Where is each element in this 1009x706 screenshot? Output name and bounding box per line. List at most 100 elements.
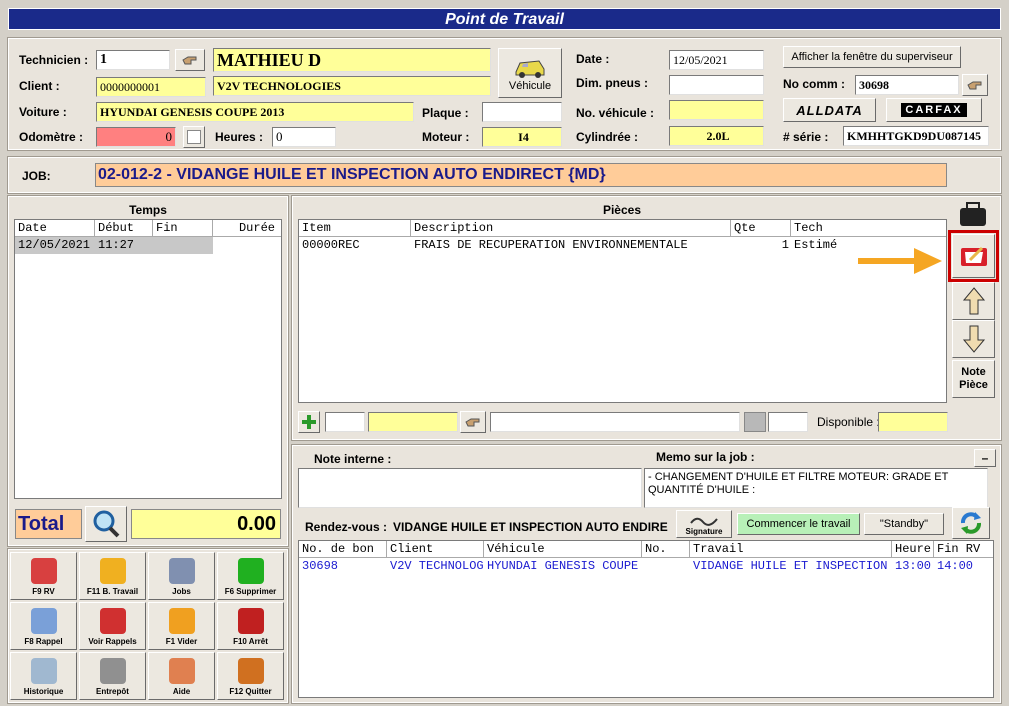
calendar-icon (30, 558, 57, 584)
col-debut[interactable]: Début (95, 220, 153, 236)
toolbar-grid: F9 RV F11 B. Travail Jobs F6 Supprimer F8 Ra… (10, 552, 286, 702)
col-item[interactable]: Item (299, 220, 411, 236)
signature-button[interactable]: Signature (676, 510, 732, 538)
client-label: Client : (19, 79, 60, 93)
col-date[interactable]: Date (15, 220, 95, 236)
hand-pointer-icon (182, 56, 197, 65)
col-travail[interactable]: Travail (690, 541, 892, 557)
toolbar-tile-f11-b-travail[interactable]: F11 B. Travail (79, 552, 146, 600)
piece-qty-input[interactable] (325, 412, 365, 432)
collapse-button[interactable]: – (974, 449, 996, 467)
zoom-button[interactable] (85, 506, 127, 542)
stop-icon (237, 608, 264, 634)
no-vehicule-label: No. véhicule : (576, 106, 655, 120)
note-piece-button[interactable]: Note Pièce (952, 360, 995, 398)
vehicule-button[interactable]: Véhicule (498, 48, 562, 98)
move-down-button[interactable] (952, 320, 995, 358)
toolbar-tile-label: Aide (172, 687, 191, 696)
plus-icon (302, 415, 316, 429)
piece-description-input[interactable] (490, 412, 740, 432)
standby-button[interactable]: "Standby" (864, 513, 944, 535)
piece-item-input[interactable] (368, 412, 458, 432)
col-description[interactable]: Description (411, 220, 731, 236)
heures-field[interactable]: 0 (272, 127, 336, 147)
refresh-button[interactable] (952, 507, 990, 539)
cell-no (642, 558, 690, 575)
col-fin-rv[interactable]: Fin RV (934, 541, 993, 557)
date-label: Date : (576, 52, 610, 66)
table-row[interactable]: 00000REC FRAIS DE RECUPERATION ENVIRONNE… (299, 237, 946, 254)
col-client[interactable]: Client (387, 541, 484, 557)
cell-description: FRAIS DE RECUPERATION ENVIRONNEMENTALE (414, 238, 688, 252)
toolbar-tile-f6-supprimer[interactable]: F6 Supprimer (217, 552, 284, 600)
move-up-button[interactable] (952, 282, 995, 320)
toolbar-tile-f12-quitter[interactable]: F12 Quitter (217, 652, 284, 700)
toolbar-tile-label: Historique (23, 687, 64, 696)
note-interne-textarea[interactable] (298, 468, 642, 508)
alldata-button[interactable]: ALLDATA (783, 98, 876, 122)
col-fin[interactable]: Fin (153, 220, 213, 236)
table-row[interactable]: 12/05/2021 11:27 (15, 237, 281, 254)
plaque-field[interactable] (482, 102, 562, 122)
col-tech[interactable]: Tech (791, 220, 946, 236)
edit-note-button[interactable] (952, 234, 995, 278)
temps-header: Date Début Fin Durée (15, 220, 281, 237)
total-label: Total (15, 509, 82, 539)
carfax-logo: CARFAX (901, 103, 967, 117)
heures-label: Heures : (215, 130, 264, 144)
phone-icon (99, 608, 126, 634)
odometre-field[interactable]: 0 (96, 127, 176, 147)
notepad-icon (30, 608, 57, 634)
add-piece-button[interactable] (298, 411, 320, 433)
col-vehicule[interactable]: Véhicule (484, 541, 642, 557)
odometre-checkbox[interactable] (183, 126, 205, 148)
superviseur-button[interactable]: Afficher la fenêtre du superviseur (783, 46, 961, 68)
technicien-lookup-button[interactable] (175, 49, 205, 71)
job-field: 02-012-2 - VIDANGE HUILE ET INSPECTION A… (95, 163, 947, 187)
col-bon[interactable]: No. de bon (299, 541, 387, 557)
cell-date: 12/05/2021 (15, 237, 95, 254)
signature-label: Signature (685, 526, 723, 536)
cylindree-field: 2.0L (669, 126, 764, 146)
toolbar-tile-f10-arr-t[interactable]: F10 Arrêt (217, 602, 284, 650)
edit-note-icon (960, 246, 987, 266)
cell-travail: VIDANGE HUILE ET INSPECTION (693, 559, 888, 573)
rendezvous-grid: No. de bon Client Véhicule No. Travail H… (298, 540, 994, 698)
col-no[interactable]: No. (642, 541, 690, 557)
dim-pneus-field[interactable] (669, 75, 764, 95)
date-field[interactable]: 12/05/2021 (669, 50, 764, 70)
toolbar-tile-label: F8 Rappel (24, 637, 63, 646)
client-field[interactable]: 0000000001 (96, 77, 206, 97)
commencer-button[interactable]: Commencer le travail (737, 513, 860, 535)
toolbar-tile-label: Jobs (172, 587, 191, 596)
cell-client: V2V TECHNOLOG (390, 559, 484, 573)
toolbar-tile-f8-rappel[interactable]: F8 Rappel (10, 602, 77, 650)
cell-item: 00000REC (302, 238, 360, 252)
toolbar-tile-aide[interactable]: Aide (148, 652, 215, 700)
toolbar-tile-jobs[interactable]: Jobs (148, 552, 215, 600)
briefcase-icon[interactable] (956, 200, 990, 228)
piece-price-input[interactable] (768, 412, 808, 432)
toolbar-tile-f9-rv[interactable]: F9 RV (10, 552, 77, 600)
carfax-button[interactable]: CARFAX (886, 98, 982, 122)
col-heure[interactable]: Heure (892, 541, 934, 557)
col-duree[interactable]: Durée (213, 220, 279, 236)
toolbar-tile-entrep-t[interactable]: Entrepôt (79, 652, 146, 700)
client-name: V2V TECHNOLOGIES (213, 76, 491, 96)
memo-textarea[interactable]: - CHANGEMENT D'HUILE ET FILTRE MOTEUR: G… (644, 468, 988, 508)
tire-icon[interactable] (744, 412, 766, 432)
toolbar-tile-f1-vider[interactable]: F1 Vider (148, 602, 215, 650)
toolbar-tile-historique[interactable]: Historique (10, 652, 77, 700)
toolbar-tile-label: F11 B. Travail (86, 587, 139, 596)
technicien-field[interactable]: 1 (96, 50, 170, 70)
toolbar-tile-voir-rappels[interactable]: Voir Rappels (79, 602, 146, 650)
technicien-name: MATHIEU D (213, 48, 491, 72)
window-title: Point de Travail (8, 8, 1001, 30)
tools-icon (168, 558, 195, 584)
col-qte[interactable]: Qte (731, 220, 791, 236)
table-row[interactable]: 30698 V2V TECHNOLOG HYUNDAI GENESIS COUP… (299, 558, 993, 575)
no-comm-field[interactable]: 30698 (855, 75, 959, 95)
no-comm-lookup-button[interactable] (962, 74, 988, 96)
magnifier-icon (93, 510, 120, 538)
piece-lookup-button[interactable] (460, 411, 486, 433)
